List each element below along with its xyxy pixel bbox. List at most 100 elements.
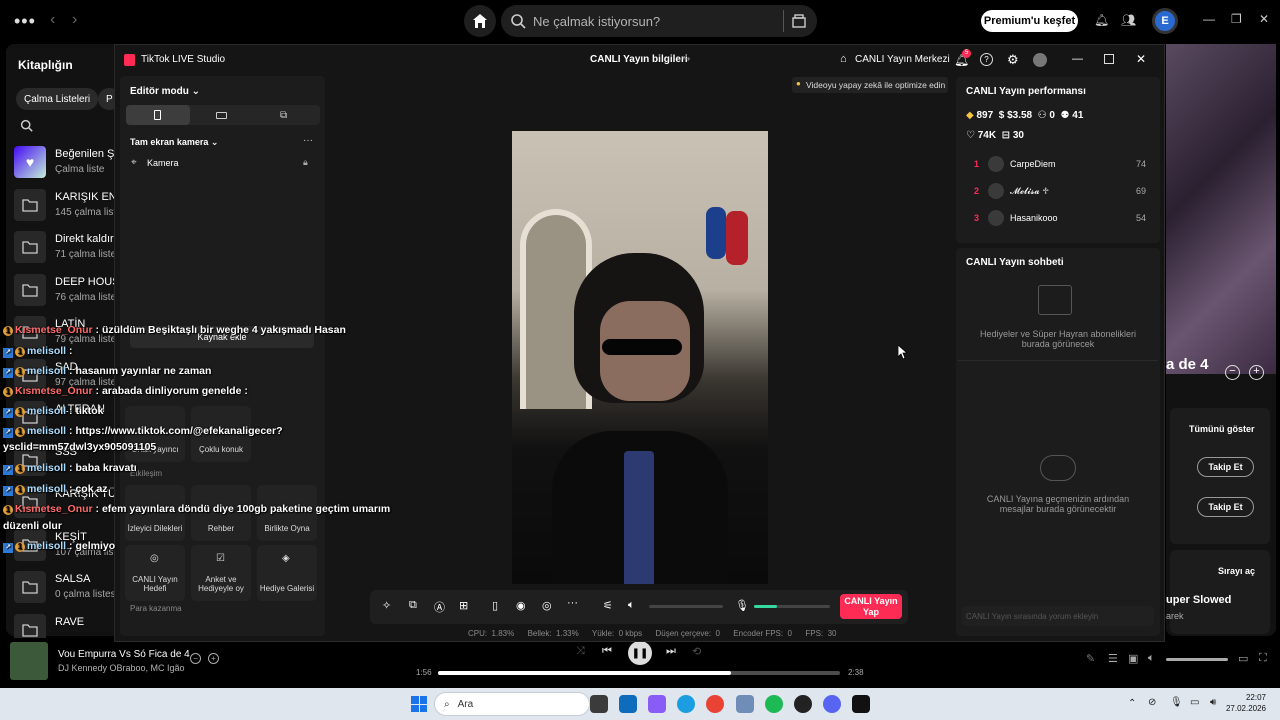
chevron-up-icon[interactable]: ⌃ — [1128, 698, 1136, 709]
add-media-icon[interactable]: ⊞ — [459, 599, 468, 612]
menu-dots-icon[interactable]: ••• — [14, 11, 36, 32]
user-avatar — [988, 156, 1004, 172]
tile-live-goal[interactable]: ◎ CANLI Yayın Hedefi — [125, 545, 185, 601]
share-count-icon: ⊟ — [1001, 130, 1011, 141]
close-icon[interactable]: ✕ — [1136, 52, 1146, 66]
edge-icon[interactable] — [677, 695, 695, 713]
lock-icon[interactable]: 🔒︎ — [303, 157, 308, 168]
tile-poll[interactable]: ☑ Anket ve Hediyeyle oy — [191, 545, 251, 601]
discord-icon[interactable] — [823, 695, 841, 713]
help-icon[interactable]: ? — [980, 53, 993, 66]
editor-mode-dropdown[interactable]: Editör modu ⌄ — [130, 86, 200, 97]
tile-gift-gallery[interactable]: ◈ Hediye Galerisi — [257, 545, 317, 601]
queue-icon[interactable]: ☰ — [1108, 652, 1118, 665]
chat-comment-input[interactable]: CANLI Yayın sırasında yorum ekleyin — [962, 606, 1154, 626]
avatar[interactable]: E — [1152, 8, 1178, 34]
copilot-icon[interactable] — [648, 695, 666, 713]
more-icon[interactable]: ··· — [303, 135, 313, 146]
settings-icon[interactable]: ⚙︎ — [1007, 52, 1019, 68]
back-arrow-icon[interactable]: ‹ — [50, 11, 55, 29]
optimize-hint[interactable]: ● Videoyu yapay zekâ ile optimize edin — [792, 77, 948, 93]
follow-button[interactable]: Takip Et — [1197, 497, 1254, 517]
spotify-icon[interactable] — [765, 695, 783, 713]
dual-layout-icon[interactable]: ⧉ — [280, 110, 287, 121]
track-title[interactable]: Vou Empurra Vs Só Fica de 4 — [58, 649, 190, 660]
filter-icon[interactable]: ⧉ — [409, 599, 417, 612]
live-hub-link[interactable]: CANLI Yayın Merkezi — [855, 54, 950, 65]
viewers-icon: ⚉ — [1060, 110, 1070, 121]
close-icon[interactable]: ✕ — [1259, 12, 1269, 26]
track-artist[interactable]: DJ Kennedy OBraboo, MC Igão — [58, 663, 185, 673]
next-icon[interactable]: ⏭ — [666, 645, 676, 658]
snapshot-icon[interactable]: ◎ — [542, 599, 552, 612]
fullscreen-icon[interactable]: ⛶ — [1259, 652, 1267, 665]
network-icon[interactable]: ⊘ — [1148, 697, 1156, 708]
profile-avatar[interactable] — [1033, 53, 1047, 67]
home-button[interactable] — [464, 5, 496, 37]
system-clock[interactable]: 22:07 27.02.2026 — [1226, 692, 1266, 714]
live-info-title[interactable]: CANLI Yayın bilgileri — [590, 54, 688, 65]
miniplayer-icon[interactable]: ▭ — [1238, 652, 1248, 665]
mic-volume-slider[interactable] — [754, 605, 830, 608]
open-queue-link[interactable]: Sırayı aç — [1218, 566, 1255, 576]
volume-icon[interactable]: 🔈︎ — [1148, 652, 1155, 665]
premium-button[interactable]: Premium'u keşfet — [981, 10, 1078, 32]
notification-badge: 5 — [962, 49, 971, 58]
tiktok-icon[interactable] — [852, 695, 870, 713]
friends-icon[interactable]: 👥︎ — [1121, 13, 1136, 27]
library-search-icon[interactable] — [20, 119, 33, 132]
repeat-icon[interactable]: ⟲ — [692, 645, 701, 658]
landscape-icon[interactable] — [216, 112, 227, 119]
now-playing-view-icon[interactable]: ✎ — [1086, 652, 1095, 665]
restore-icon[interactable]: ❐ — [1231, 12, 1242, 26]
scene-dropdown[interactable]: Tam ekran kamera ⌄ — [130, 137, 218, 148]
audio-settings-icon[interactable]: ⚟ — [603, 599, 613, 612]
remove-icon[interactable]: − — [1225, 365, 1240, 380]
add-icon[interactable]: + — [1249, 365, 1264, 380]
effects-icon[interactable]: ✧ — [382, 599, 391, 612]
microphone-icon[interactable]: 🎙︎ — [735, 599, 749, 612]
ranking-row[interactable]: 1 CarpeDiem 74 — [972, 156, 1148, 174]
chip-playlists[interactable]: Çalma Listeleri — [16, 88, 99, 110]
browse-icon[interactable] — [791, 13, 807, 29]
pause-button[interactable]: ❚❚ — [628, 641, 652, 665]
chrome-icon[interactable] — [706, 695, 724, 713]
forward-arrow-icon[interactable]: › — [72, 11, 77, 29]
windows-start-icon[interactable] — [411, 696, 427, 712]
ai-icon[interactable]: Ⓐ — [434, 599, 445, 615]
badge-icon: ↗ — [3, 486, 13, 496]
phone-icon[interactable]: ▯ — [492, 599, 498, 612]
minimize-icon[interactable]: — — [1203, 12, 1215, 26]
camera-source[interactable]: Kamera — [147, 158, 179, 168]
display-icon[interactable]: ▭ — [1190, 697, 1199, 708]
maximize-icon[interactable] — [1104, 54, 1114, 64]
search-input[interactable]: Ne çalmak istiyorsun? — [501, 5, 817, 37]
ranking-row[interactable]: 3 Hasanikooo 54 — [972, 210, 1148, 228]
go-live-button[interactable]: CANLI Yayın Yap — [840, 594, 902, 619]
ranking-row[interactable]: 2 𝓜𝓮𝓵𝓲𝓼𝓪 ♱ 69 — [972, 183, 1148, 201]
progress-bar[interactable] — [438, 671, 840, 675]
record-icon[interactable]: ◉ — [516, 599, 526, 612]
file-explorer-icon[interactable] — [590, 695, 608, 713]
speaker-volume-slider[interactable] — [649, 605, 723, 608]
settings-app-icon[interactable] — [736, 695, 754, 713]
device-icon[interactable]: ▣ — [1128, 652, 1138, 665]
chat-overlay-message: 1 Kısmetse_Onur : arabada dinliyorum gene… — [3, 385, 248, 397]
taskbar-search[interactable]: ⌕ Ara — [434, 692, 590, 716]
minimize-icon[interactable]: — — [1072, 53, 1083, 65]
obs-icon[interactable] — [794, 695, 812, 713]
mic-tray-icon[interactable]: 🎙︎ — [1170, 697, 1183, 708]
outlook-icon[interactable] — [619, 695, 637, 713]
add-icon[interactable]: + — [208, 653, 219, 664]
share-icon[interactable]: ↪ — [682, 54, 690, 65]
bell-icon[interactable]: 🔔︎ — [1094, 13, 1109, 27]
more-icon[interactable]: ··· — [567, 597, 578, 609]
previous-icon[interactable]: ⏮ — [602, 645, 612, 658]
show-all-link[interactable]: Tümünü göster — [1189, 424, 1255, 434]
follow-button[interactable]: Takip Et — [1197, 457, 1254, 477]
volume-tray-icon[interactable]: 🔊︎ — [1210, 697, 1216, 708]
speaker-icon[interactable]: 🔈︎ — [628, 599, 635, 612]
shuffle-icon[interactable]: ⤨ — [576, 645, 585, 658]
remove-icon[interactable]: − — [190, 653, 201, 664]
volume-slider[interactable] — [1166, 658, 1228, 661]
